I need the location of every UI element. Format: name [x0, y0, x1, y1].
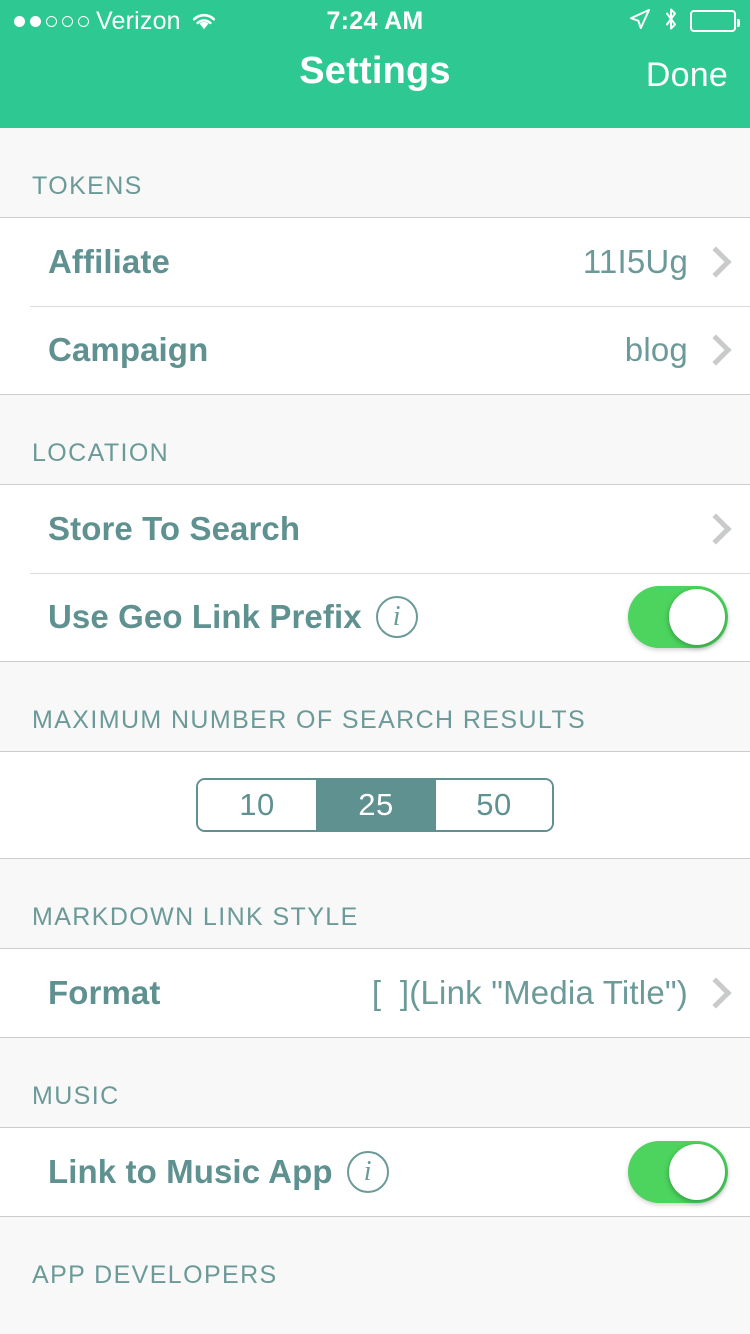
- segment-25[interactable]: 25: [316, 780, 434, 830]
- section-location: Store To Search Use Geo Link Prefix i: [0, 484, 750, 662]
- row-link-to-music-app: Link to Music App i: [0, 1128, 750, 1216]
- section-header-music: MUSIC: [0, 1038, 750, 1127]
- section-header-app-developers: APP DEVELOPERS: [0, 1217, 750, 1306]
- row-label: Store To Search: [48, 510, 301, 547]
- row-campaign[interactable]: Campaign blog: [0, 306, 750, 394]
- row-label: Format: [48, 974, 161, 1011]
- chevron-right-icon: [702, 509, 728, 549]
- row-label: Campaign: [48, 331, 209, 368]
- segment-10[interactable]: 10: [198, 780, 316, 830]
- battery-full-icon: [690, 10, 740, 32]
- row-affiliate[interactable]: Affiliate 11I5Ug: [0, 218, 750, 306]
- done-button[interactable]: Done: [646, 56, 728, 95]
- info-icon[interactable]: i: [375, 596, 418, 638]
- section-header-location: LOCATION: [0, 395, 750, 484]
- row-label: Use Geo Link Prefix: [48, 598, 362, 635]
- row-label: Affiliate: [48, 243, 170, 280]
- location-arrow-icon: [628, 7, 652, 36]
- bluetooth-icon: [663, 7, 679, 36]
- row-value: blog: [624, 331, 688, 368]
- section-max-results: 10 25 50: [0, 751, 750, 859]
- segment-50[interactable]: 50: [434, 780, 552, 830]
- toggle-link-to-music-app[interactable]: [628, 1141, 728, 1203]
- chevron-right-icon: [702, 330, 728, 370]
- row-value: [ ](Link "Media Title"): [371, 974, 688, 1011]
- row-format[interactable]: Format [ ](Link "Media Title"): [0, 949, 750, 1037]
- chevron-right-icon: [702, 973, 728, 1013]
- segmented-control-row: 10 25 50: [0, 752, 750, 858]
- row-value: 11I5Ug: [582, 243, 688, 280]
- row-store-to-search[interactable]: Store To Search: [0, 485, 750, 573]
- toggle-use-geo-link-prefix[interactable]: [628, 586, 728, 648]
- section-header-max-results: MAXIMUM NUMBER OF SEARCH RESULTS: [0, 662, 750, 751]
- row-label: Link to Music App: [48, 1153, 333, 1190]
- info-icon[interactable]: i: [346, 1151, 389, 1193]
- status-bar-right: [628, 7, 740, 36]
- section-music: Link to Music App i: [0, 1127, 750, 1217]
- segmented-control-max-results[interactable]: 10 25 50: [196, 778, 554, 832]
- page-title: Settings: [299, 50, 451, 92]
- toggle-knob: [669, 1144, 725, 1200]
- settings-screen: Verizon 7:24 AM Settings Done TOKENS Aff…: [0, 0, 750, 1334]
- chevron-right-icon: [702, 242, 728, 282]
- section-header-tokens: TOKENS: [0, 128, 750, 217]
- toggle-knob: [669, 589, 725, 645]
- section-markdown-link-style: Format [ ](Link "Media Title"): [0, 948, 750, 1038]
- section-header-markdown-link-style: MARKDOWN LINK STYLE: [0, 859, 750, 948]
- row-use-geo-link-prefix: Use Geo Link Prefix i: [0, 573, 750, 661]
- navigation-bar: Verizon 7:24 AM Settings Done: [0, 0, 750, 128]
- section-tokens: Affiliate 11I5Ug Campaign blog: [0, 217, 750, 395]
- status-bar: Verizon 7:24 AM: [0, 0, 750, 42]
